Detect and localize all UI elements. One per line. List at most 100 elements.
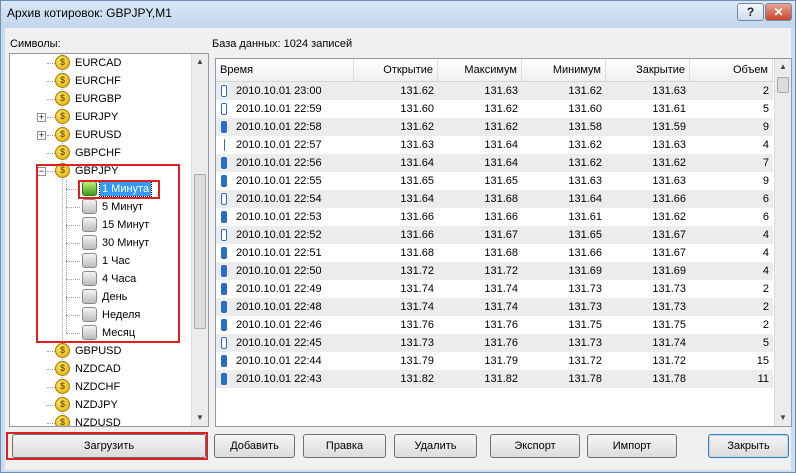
table-cell: 2010.10.01 22:48 [236,301,322,313]
symbols-tree[interactable]: ▲ ▼ $ EURCAD $ EURCHF $ EURGBP + $ EURJPY + $ EURUS… [9,53,209,427]
symbol-item[interactable]: $ NZDUSD [10,414,192,427]
column-header[interactable]: Объем [690,59,773,81]
table-row[interactable]: 2010.10.01 22:51 131.68 131.68 131.66 131.67… [216,244,773,262]
table-cell: 131.61 [568,211,602,223]
export-button[interactable]: Экспорт [490,434,580,458]
table-cell: 131.65 [400,175,434,187]
symbol-item[interactable]: $ NZDCHF [10,378,192,396]
table-scroll-thumb[interactable] [777,77,789,93]
dollar-coin-icon: $ [55,145,70,160]
table-row[interactable]: 2010.10.01 22:45 131.73 131.76 131.73 131.74… [216,334,773,352]
table-cell: 131.62 [484,103,518,115]
table-row[interactable]: 2010.10.01 22:56 131.64 131.64 131.62 131.62… [216,154,773,172]
tree-branch-line [47,369,55,370]
symbol-item[interactable]: $ EURCHF [10,72,192,90]
column-header[interactable]: Время [216,59,354,81]
table-cell: 131.58 [568,121,602,133]
scroll-down-arrow-icon[interactable]: ▼ [192,410,208,426]
table-cell: 131.73 [652,301,686,313]
symbol-item[interactable]: $ GBPCHF [10,144,192,162]
table-cell: 4 [762,247,769,259]
tree-scroll-thumb[interactable] [194,174,206,329]
table-row[interactable]: 2010.10.01 22:49 131.74 131.74 131.73 131.73… [216,280,773,298]
import-button[interactable]: Импорт [587,434,677,458]
table-cell: 131.68 [400,247,434,259]
table-scroll-up-icon[interactable]: ▲ [775,59,791,75]
table-row[interactable]: 2010.10.01 22:53 131.66 131.66 131.61 131.62… [216,208,773,226]
expand-icon[interactable]: + [37,131,46,140]
edit-button[interactable]: Правка [303,434,386,458]
symbol-item[interactable]: $ GBPUSD [10,342,192,360]
table-cell: 131.60 [568,103,602,115]
symbol-item[interactable]: $ NZDJPY [10,396,192,414]
table-row[interactable]: 2010.10.01 22:48 131.74 131.74 131.73 131.73… [216,298,773,316]
dollar-coin-icon: $ [55,91,70,106]
table-row[interactable]: 2010.10.01 22:54 131.64 131.68 131.64 131.66… [216,190,773,208]
column-header[interactable]: Минимум [522,59,606,81]
table-cell: 131.63 [652,139,686,151]
dollar-coin-icon: $ [55,109,70,124]
table-cell: 131.68 [484,193,518,205]
table-cell: 131.74 [484,283,518,295]
table-cell: 131.78 [652,373,686,385]
scroll-up-arrow-icon[interactable]: ▲ [192,54,208,70]
table-cell: 7 [762,157,769,169]
symbol-item[interactable]: $ EURGBP [10,90,192,108]
table-cell: 2 [762,283,769,295]
table-scrollbar[interactable]: ▲ ▼ [774,59,791,426]
title-bar[interactable]: Архив котировок: GBPJPY,M1 ? ✕ [1,1,795,27]
symbol-item[interactable]: $ EURCAD [10,54,192,72]
table-cell: 2010.10.01 23:00 [236,85,322,97]
table-row[interactable]: 2010.10.01 22:59 131.60 131.62 131.60 131.61… [216,100,773,118]
table-cell: 131.63 [652,85,686,97]
column-header[interactable]: Закрытие [606,59,690,81]
table-row[interactable]: 2010.10.01 22:55 131.65 131.65 131.63 131.63… [216,172,773,190]
symbol-label: NZDCAD [75,363,121,375]
quotes-table[interactable]: Время Открытие Максимум Минимум Закрытие Объе… [215,58,792,427]
close-button[interactable]: Закрыть [708,434,789,458]
table-cell: 131.67 [652,229,686,241]
table-row[interactable]: 2010.10.01 22:50 131.72 131.72 131.69 131.69… [216,262,773,280]
dollar-coin-icon: $ [55,379,70,394]
table-cell: 131.61 [652,103,686,115]
load-button-highlight [6,432,208,460]
table-cell: 2010.10.01 22:44 [236,355,322,367]
delete-button[interactable]: Удалить [394,434,477,458]
help-button[interactable]: ? [737,3,764,21]
dollar-coin-icon: $ [55,415,70,426]
table-row[interactable]: 2010.10.01 22:52 131.66 131.67 131.65 131.67… [216,226,773,244]
table-row[interactable]: 2010.10.01 23:00 131.62 131.63 131.62 131.63… [216,82,773,100]
symbol-item[interactable]: + $ EURJPY [10,108,192,126]
table-cell: 131.60 [400,103,434,115]
table-cell: 2010.10.01 22:49 [236,283,322,295]
symbol-item[interactable]: + $ EURUSD [10,126,192,144]
table-cell: 9 [762,121,769,133]
tree-scrollbar[interactable]: ▲ ▼ [191,54,208,426]
table-row[interactable]: 2010.10.01 22:46 131.76 131.76 131.75 131.75… [216,316,773,334]
symbol-label: EURCAD [75,57,122,69]
table-cell: 131.63 [652,175,686,187]
table-row[interactable]: 2010.10.01 22:44 131.79 131.79 131.72 131.72… [216,352,773,370]
table-cell: 131.64 [400,157,434,169]
column-header[interactable]: Открытие [354,59,438,81]
symbol-label: NZDUSD [75,417,121,427]
table-cell: 131.62 [484,121,518,133]
table-cell: 2010.10.01 22:58 [236,121,322,133]
dialog-body: Символы: База данных: 1024 записей ▲ ▼ $… [5,28,792,470]
symbol-label: NZDJPY [75,399,118,411]
table-cell: 131.62 [568,139,602,151]
symbol-item[interactable]: $ NZDCAD [10,360,192,378]
table-cell: 2010.10.01 22:56 [236,157,322,169]
table-cell: 131.74 [400,301,434,313]
table-row[interactable]: 2010.10.01 22:57 131.63 131.64 131.62 131.63… [216,136,773,154]
tree-branch-line [47,117,55,118]
column-header[interactable]: Максимум [438,59,522,81]
table-cell: 131.63 [400,139,434,151]
table-scroll-down-icon[interactable]: ▼ [775,410,791,426]
expand-icon[interactable]: + [37,113,46,122]
add-button[interactable]: Добавить [214,434,295,458]
table-row[interactable]: 2010.10.01 22:43 131.82 131.82 131.78 131.78… [216,370,773,388]
table-row[interactable]: 2010.10.01 22:58 131.62 131.62 131.58 131.59… [216,118,773,136]
selected-timeframe-highlight [78,180,160,199]
window-close-button[interactable]: ✕ [765,3,792,21]
